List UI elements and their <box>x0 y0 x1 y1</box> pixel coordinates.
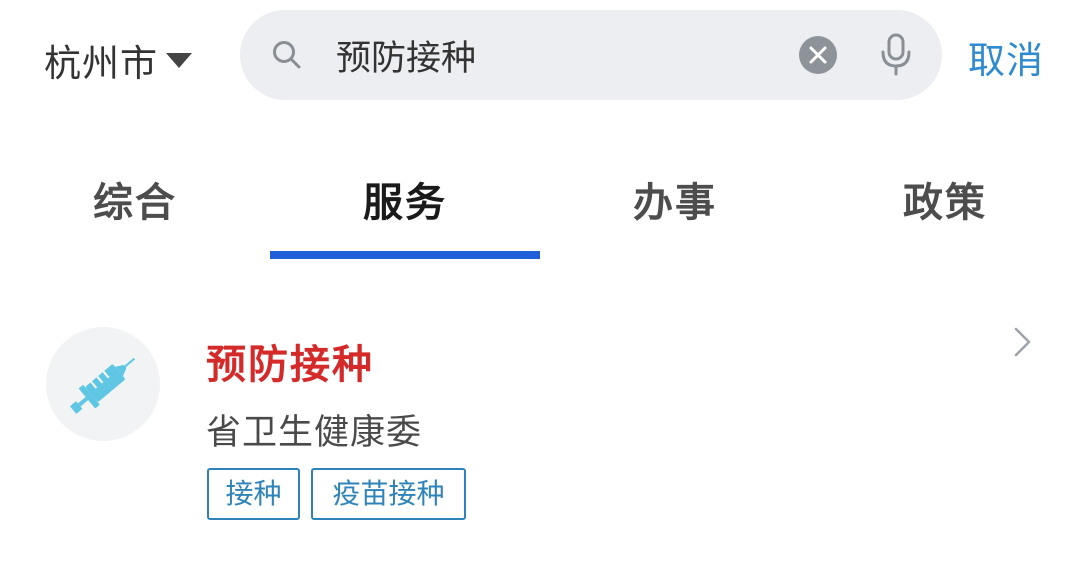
clear-icon[interactable] <box>798 35 838 75</box>
search-input[interactable] <box>336 28 776 82</box>
caret-down-icon <box>166 52 192 68</box>
tab-comprehensive[interactable]: 综合 <box>0 170 270 226</box>
result-subtitle: 省卫生健康委 <box>206 413 423 453</box>
result-title: 预防接种 <box>206 342 374 388</box>
tab-services[interactable]: 服务 <box>270 170 540 226</box>
search-icon <box>273 41 301 69</box>
syringe-icon <box>70 357 136 414</box>
mic-icon[interactable] <box>878 33 914 77</box>
cancel-button[interactable]: 取消 <box>968 30 1044 82</box>
active-tab-indicator <box>270 251 540 259</box>
tag-vaccination[interactable]: 接种 <box>207 468 300 520</box>
city-label: 杭州市 <box>44 42 158 85</box>
chevron-right-icon <box>1014 327 1031 357</box>
tab-affairs[interactable]: 办事 <box>540 170 810 226</box>
result-item[interactable] <box>0 300 1080 540</box>
tag-vaccine-vaccination[interactable]: 疫苗接种 <box>311 468 466 520</box>
city-selector[interactable]: 杭州市 <box>44 34 192 86</box>
tab-policy[interactable]: 政策 <box>810 170 1080 226</box>
